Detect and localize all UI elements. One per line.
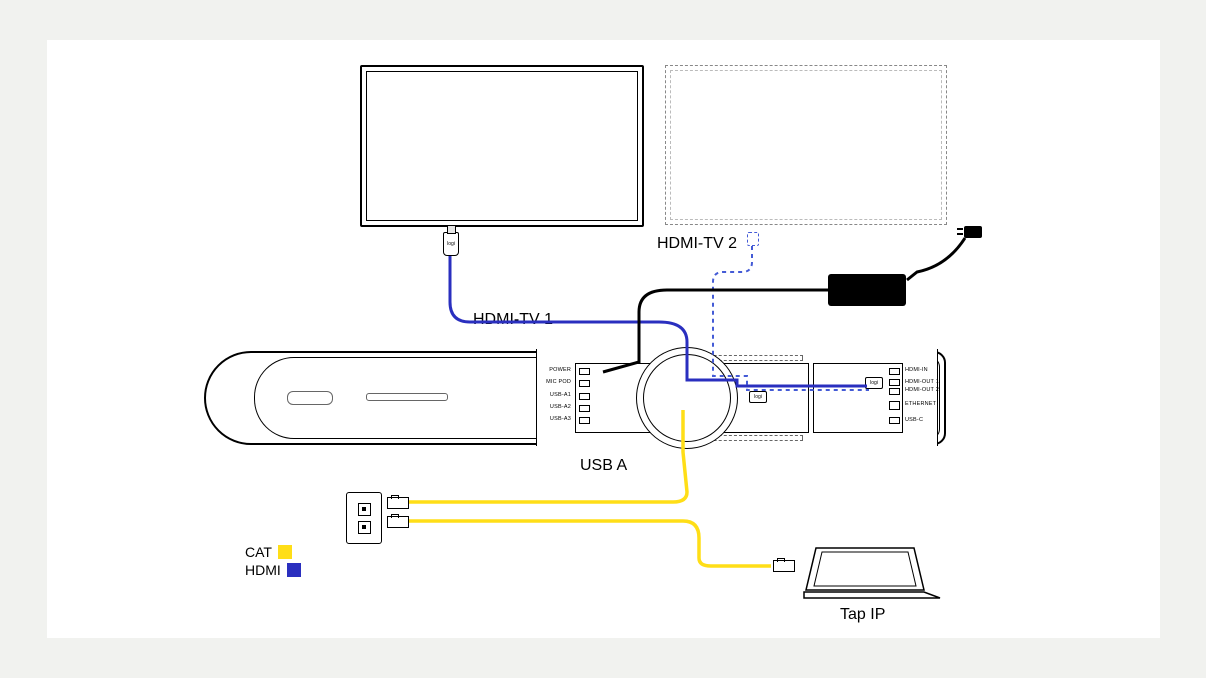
port-label: USB-A1 — [550, 392, 571, 398]
logi-tag-icon: logi — [749, 391, 767, 403]
port-label: USB-C — [905, 417, 923, 423]
label-tap-ip: Tap IP — [840, 606, 885, 624]
legend-hdmi-label: HDMI — [245, 562, 281, 578]
diagram-canvas: HDMI-TV 1 HDMI-TV 2 USB A Tap IP CAT HDM… — [47, 40, 1160, 638]
bar-slot-icon — [366, 393, 448, 401]
label-usb-a: USB A — [580, 457, 627, 475]
display-secondary-optional — [665, 65, 947, 225]
hdmi-connector-icon: logi — [443, 232, 459, 256]
port-label: HDMI-OUT 2 — [905, 387, 939, 393]
wall-jack-1-icon — [358, 503, 371, 516]
wall-plate-icon — [346, 492, 382, 544]
port-label: HDMI-OUT 1 — [905, 379, 939, 385]
legend: CAT HDMI — [245, 543, 301, 579]
port-label: USB-A3 — [550, 416, 571, 422]
port-label: HDMI-IN — [905, 367, 928, 373]
port-label: ETHERNET — [905, 401, 936, 407]
logi-text: logi — [447, 241, 455, 247]
legend-cat-swatch — [278, 545, 292, 559]
rj45-connector-icon — [773, 560, 795, 572]
wall-jack-2-icon — [358, 521, 371, 534]
tap-ip-device-icon — [802, 546, 942, 600]
video-bar-device: POWER MIC POD USB-A1 USB-A2 USB-A3 HDMI-… — [204, 351, 946, 445]
display-primary — [360, 65, 644, 227]
logi-tag-icon: logi — [865, 377, 883, 389]
label-hdmi-tv-1: HDMI-TV 1 — [473, 311, 553, 329]
legend-cat-label: CAT — [245, 544, 272, 560]
legend-hdmi-swatch — [287, 563, 301, 577]
hdmi2-connector-icon — [747, 232, 759, 246]
port-label: POWER — [549, 367, 571, 373]
camera-lens-icon — [636, 347, 738, 449]
power-adapter-icon — [828, 274, 906, 306]
port-label: USB-A2 — [550, 404, 571, 410]
power-plug-icon — [964, 226, 982, 238]
rj45-connector-icon — [387, 516, 409, 528]
label-hdmi-tv-2: HDMI-TV 2 — [657, 235, 737, 253]
rj45-connector-icon — [387, 497, 409, 509]
bar-button-icon — [287, 391, 333, 405]
port-label: MIC POD — [546, 379, 571, 385]
